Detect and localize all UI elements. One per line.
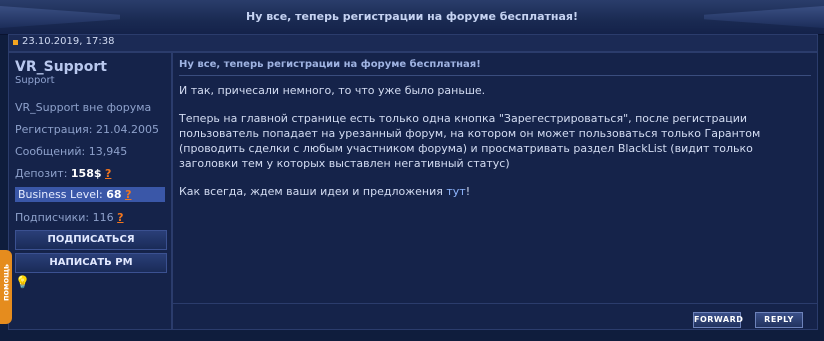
post-closing: Как всегда, ждем ваши идеи и предложения… xyxy=(179,184,809,199)
deposit-value: 158$ xyxy=(70,167,102,180)
user-subscribers: Подписчики: 116 ? xyxy=(15,211,165,224)
post-date-bar: 23.10.2019, 17:38 xyxy=(8,34,818,52)
lightbulb-icon[interactable]: 💡 xyxy=(15,275,30,289)
business-level: Business Level: 68 ? xyxy=(15,187,165,202)
help-side-tab-label: помощь xyxy=(1,264,11,301)
business-level-value: 68 xyxy=(106,188,122,201)
post-closing-text: Как всегда, ждем ваши идеи и предложения xyxy=(179,185,443,198)
business-level-help-link[interactable]: ? xyxy=(125,188,131,201)
reply-button[interactable]: REPLY xyxy=(755,312,803,328)
deposit-help-link[interactable]: ? xyxy=(105,167,111,180)
user-sidebar: VR_Support Support VR_Support вне форума… xyxy=(8,52,172,330)
subscribers-label: Подписчики: xyxy=(15,211,90,224)
user-deposit: Депозит: 158$ ? xyxy=(15,167,165,180)
send-pm-button[interactable]: НАПИСАТЬ PM xyxy=(15,253,167,273)
post-paragraph: И так, причесали немного, то что уже был… xyxy=(179,84,486,97)
thread-title: Ну все, теперь регистрации на форуме бес… xyxy=(246,10,578,23)
subscribe-button[interactable]: ПОДПИСАТЬСЯ xyxy=(15,230,167,250)
post-paragraph: Теперь на главной странице есть только о… xyxy=(179,112,761,170)
user-role: Support xyxy=(15,75,55,86)
user-messages: Сообщений: 13,945 xyxy=(15,145,128,158)
post-content: Ну все, теперь регистрации на форуме бес… xyxy=(172,52,818,330)
subscribers-help-link[interactable]: ? xyxy=(117,211,123,224)
thread-title-bar: Ну все, теперь регистрации на форуме бес… xyxy=(0,0,824,35)
post-bullet-icon xyxy=(13,40,18,45)
post-footer-divider xyxy=(173,303,817,304)
user-registration: Регистрация: 21.04.2005 xyxy=(15,123,159,136)
business-level-label: Business Level: xyxy=(18,188,103,201)
post-body: И так, причесали немного, то что уже был… xyxy=(179,83,809,212)
post-closing-mark: ! xyxy=(465,185,471,198)
post-title-divider xyxy=(179,75,811,76)
post-title: Ну все, теперь регистрации на форуме бес… xyxy=(179,59,481,70)
forum-frame: Ну все, теперь регистрации на форуме бес… xyxy=(0,0,824,341)
user-online-status: VR_Support вне форума xyxy=(15,101,152,114)
forward-button[interactable]: FORWARD xyxy=(693,312,743,328)
post-date: 23.10.2019, 17:38 xyxy=(22,36,115,47)
username[interactable]: VR_Support xyxy=(15,59,107,75)
deposit-label: Депозит: xyxy=(15,167,68,180)
ideas-link[interactable]: тут xyxy=(446,185,465,198)
subscribers-value: 116 xyxy=(92,211,114,224)
help-side-tab[interactable]: помощь xyxy=(0,250,12,324)
